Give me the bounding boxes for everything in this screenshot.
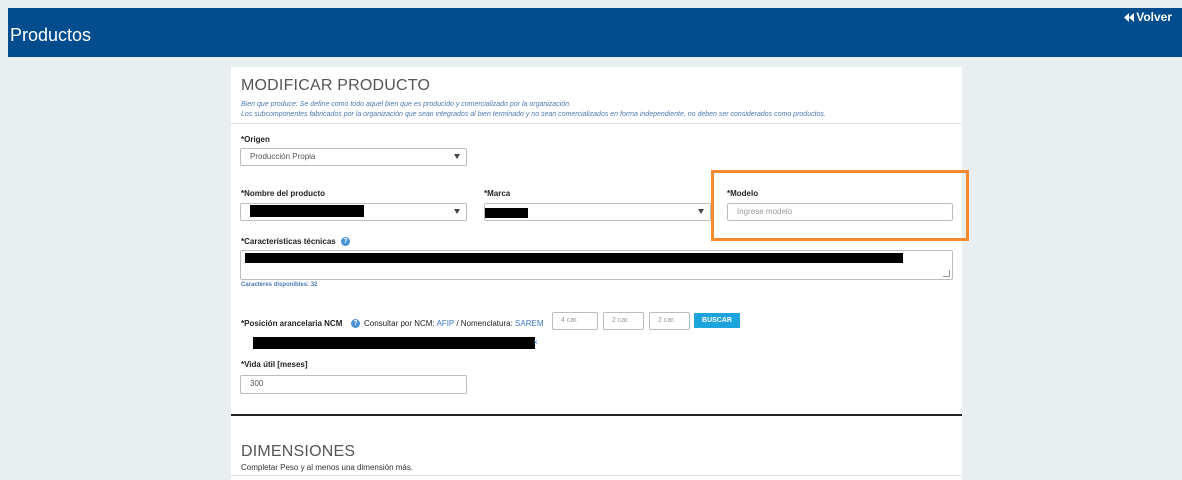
ncm-part3-placeholder: 2 car.	[658, 317, 676, 324]
back-button-label: Volver	[1136, 10, 1172, 24]
info-line-2: Los subcomponentes fabricados por la org…	[241, 111, 826, 118]
modelo-highlight-box	[711, 170, 969, 241]
ncm-part2-input[interactable]: 2 car.	[603, 312, 644, 330]
dimensions-title: DIMENSIONES	[241, 443, 356, 460]
afip-link[interactable]: AFIP	[436, 319, 454, 328]
origen-select-value: Producción Propia	[250, 152, 316, 161]
caracteristicas-label: *Características técnicas	[241, 237, 336, 246]
help-icon[interactable]: ?	[351, 319, 360, 328]
redacted-caracteristicas	[245, 253, 903, 263]
ncm-part1-placeholder: 4 car.	[561, 317, 579, 324]
page-title: Productos	[10, 25, 92, 45]
resize-handle-icon[interactable]	[943, 270, 950, 277]
product-form-card: MODIFICAR PRODUCTO Bien que produce: Se …	[231, 67, 962, 480]
top-bar: Productos Volver	[8, 8, 1182, 57]
chevron-down-icon	[454, 209, 460, 214]
origen-select[interactable]: Producción Propia	[240, 148, 467, 166]
ncm-label: *Posición arancelaria NCM	[241, 319, 343, 328]
characters-available: Caracteres disponibles: 32	[241, 282, 318, 288]
redacted-nombre	[250, 205, 364, 217]
redacted-marca	[485, 208, 528, 218]
chevron-down-icon	[454, 154, 460, 159]
origen-label: *Origen	[241, 135, 270, 144]
section-divider	[231, 123, 962, 124]
chevron-down-icon	[698, 209, 704, 214]
search-ncm-button[interactable]: BUSCAR	[694, 313, 740, 328]
vida-util-label: *Vida útil [meses]	[241, 360, 308, 369]
double-chevron-left-icon	[1124, 12, 1135, 22]
ncm-consult-line: Consultar por NCM: AFIP / Nomenclatura: …	[364, 319, 544, 328]
section-title: MODIFICAR PRODUCTO	[241, 77, 431, 94]
help-icon[interactable]: ?	[341, 237, 350, 246]
close-icon[interactable]: ×	[533, 338, 538, 347]
ncm-part1-input[interactable]: 4 car.	[552, 312, 598, 330]
section-divider	[231, 475, 962, 476]
ncm-consult-text: Consultar por NCM:	[364, 319, 435, 328]
info-line-1: Bien que produce: Se define como todo aq…	[241, 101, 571, 108]
ncm-part2-placeholder: 2 car.	[612, 317, 630, 324]
ncm-part3-input[interactable]: 2 car.	[649, 312, 690, 330]
vida-util-input[interactable]: 300	[240, 375, 467, 394]
nombre-label: *Nombre del producto	[241, 189, 326, 198]
back-button[interactable]: Volver	[1124, 10, 1172, 24]
vida-util-value: 300	[250, 379, 264, 388]
dimensions-subtitle: Completar Peso y al menos una dimensión …	[241, 463, 414, 472]
redacted-ncm-result	[253, 337, 535, 349]
section-divider-thick	[231, 414, 962, 416]
marca-label: *Marca	[484, 189, 511, 198]
ncm-separator: / Nomenclatura:	[454, 319, 513, 328]
sarem-link[interactable]: SAREM	[515, 319, 543, 328]
